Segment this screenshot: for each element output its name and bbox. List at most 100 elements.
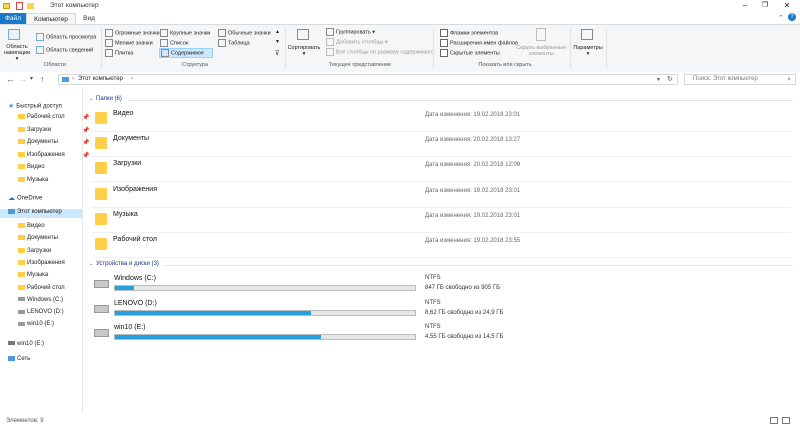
breadcrumb-separator-icon: ›: [131, 76, 133, 82]
network-icon: [8, 356, 15, 361]
nav-pc-item[interactable]: Изображения: [18, 259, 65, 266]
large-icons-view-icon[interactable]: [782, 417, 790, 424]
quick-access-toolbar-icon[interactable]: [16, 2, 23, 10]
ribbon-separator: [433, 27, 434, 69]
layout-list[interactable]: Список: [160, 39, 188, 47]
back-arrow-icon[interactable]: ←: [6, 74, 15, 84]
folder-tile[interactable]: Загрузки Дата изменения: 20.02.2018 12:0…: [91, 158, 791, 183]
layout-content[interactable]: Содержимое: [159, 48, 213, 58]
sort-button[interactable]: Сортировать ▾: [287, 45, 321, 57]
drive-tile[interactable]: win10 (E:) NTFS 4,55 ГБ свободно из 14,5…: [91, 324, 791, 347]
nav-pc-item[interactable]: LENOVO (D:): [18, 309, 64, 315]
folders-collapse-icon[interactable]: ⌄: [89, 96, 93, 102]
nav-onedrive[interactable]: ☁ OneDrive: [8, 194, 42, 202]
drive-tile[interactable]: Windows (C:) NTFS 847 ГБ свободно из 905…: [91, 275, 791, 298]
details-pane-icon: [36, 46, 44, 54]
checkbox-icon: [440, 49, 448, 57]
search-input[interactable]: Поиск: Этот компьютер ⌕: [684, 74, 796, 85]
folders-group-header[interactable]: Папки (6): [96, 96, 122, 102]
nav-this-pc[interactable]: Этот компьютер: [0, 209, 82, 218]
drive-tile[interactable]: LENOVO (D:) NTFS 8,62 ГБ свободно из 24,…: [91, 300, 791, 323]
group-by-button[interactable]: Группировать ▾: [326, 28, 375, 36]
nav-quick-item[interactable]: Загрузки 📌: [18, 126, 89, 134]
nav-network[interactable]: Сеть: [8, 356, 30, 362]
refresh-icon[interactable]: ↻: [667, 75, 673, 83]
address-box[interactable]: › Этот компьютер › ▾ ↻: [58, 74, 678, 85]
layout-large-icons[interactable]: Крупные значки: [160, 29, 210, 37]
nav-quick-item[interactable]: Видео: [18, 164, 82, 170]
layout-scroll-up-icon[interactable]: ▲: [275, 29, 280, 35]
drive-filesystem: NTFS: [425, 299, 441, 306]
options-label: Параметры: [573, 45, 603, 51]
breadcrumb-this-pc[interactable]: Этот компьютер: [78, 76, 123, 82]
folder-icon: [18, 235, 25, 241]
nav-quick-item[interactable]: Рабочий стол 📌: [18, 114, 89, 121]
nav-pc-item-label: Музыка: [27, 272, 49, 279]
drives-group-line: [165, 265, 793, 266]
fit-columns-button[interactable]: Все столбцы по размеру содержимого: [326, 48, 434, 56]
add-columns-button[interactable]: Добавить столбцы ▾: [326, 38, 388, 46]
folder-icon: [18, 176, 25, 182]
folder-tile[interactable]: Изображения Дата изменения: 19.02.2018 2…: [91, 184, 791, 208]
nav-quick-access[interactable]: ★ Быстрый доступ: [8, 102, 62, 110]
folder-icon: [18, 247, 25, 253]
address-dropdown-icon[interactable]: ▾: [657, 76, 660, 83]
forward-arrow-icon[interactable]: →: [18, 74, 27, 84]
nav-pc-item[interactable]: Windows (C:): [18, 297, 63, 303]
tab-file[interactable]: Файл: [0, 13, 26, 24]
add-columns-icon: [326, 38, 334, 46]
nav-quick-item[interactable]: Музыка: [18, 176, 82, 183]
folder-tile[interactable]: Видео Дата изменения: 19.02.2018 23:01: [91, 108, 791, 132]
nav-pane-button[interactable]: Область навигации ▾: [2, 44, 32, 62]
folder-icon: [18, 139, 25, 144]
tab-computer[interactable]: Компьютер: [26, 13, 76, 24]
details-pane-button[interactable]: Область сведений: [36, 46, 93, 54]
nav-pc-item[interactable]: Рабочий стол: [18, 284, 65, 291]
up-arrow-icon[interactable]: ↑: [40, 74, 45, 84]
ribbon: Область навигации ▾ Область просмотра Об…: [0, 25, 800, 73]
nav-quick-item[interactable]: Изображения 📌: [18, 151, 89, 159]
details-view-icon[interactable]: [770, 417, 778, 424]
maximize-button[interactable]: ❐: [756, 0, 774, 12]
nav-pc-item[interactable]: Загрузки: [18, 247, 51, 254]
nav-pc-item[interactable]: Музыка: [18, 272, 48, 278]
folder-icon: [95, 112, 107, 124]
nav-quick-item[interactable]: Документы 📌: [18, 139, 89, 146]
ribbon-collapse-icon[interactable]: ⌃: [778, 14, 784, 22]
drive-usage-bar: [114, 334, 416, 340]
drives-collapse-icon[interactable]: ⌄: [89, 261, 93, 267]
extensions-toggle[interactable]: Расширения имен файлов: [440, 39, 518, 47]
item-count: Элементов: 9: [6, 418, 44, 424]
tab-view[interactable]: Вид: [78, 13, 100, 24]
preview-pane-button[interactable]: Область просмотра: [36, 33, 96, 41]
close-button[interactable]: ✕: [778, 0, 796, 12]
help-icon[interactable]: ?: [788, 13, 796, 21]
hide-selected-button[interactable]: Скрыть выбранные элементы: [516, 45, 566, 57]
ribbon-tabs: Файл Компьютер Вид ⌃ ?: [0, 13, 800, 25]
folder-new-icon[interactable]: [27, 3, 34, 9]
group-by-icon: [326, 28, 334, 36]
layout-tile[interactable]: Плитка: [105, 49, 133, 57]
layout-huge-icons[interactable]: Огромные значки: [105, 29, 160, 37]
nav-pc-item[interactable]: Видео: [18, 223, 45, 229]
drives-group-header[interactable]: Устройства и диски (3): [96, 261, 159, 267]
folder-tile[interactable]: Документы Дата изменения: 20.02.2018 13:…: [91, 133, 791, 158]
nav-pc-item[interactable]: Документы: [18, 235, 58, 241]
layout-expand-icon[interactable]: ⊽: [275, 50, 279, 57]
ribbon-separator: [606, 27, 607, 69]
layout-normal-icons[interactable]: Обычные значки: [218, 29, 271, 37]
options-button[interactable]: Параметры ▾: [572, 45, 604, 57]
layout-table[interactable]: Таблица: [218, 39, 250, 47]
layout-scroll-down-icon[interactable]: ▼: [275, 39, 280, 45]
recent-chevron-icon[interactable]: ▾: [30, 75, 33, 82]
folder-tile[interactable]: Рабочий стол Дата изменения: 19.02.2018 …: [91, 234, 791, 258]
layout-small-icons[interactable]: Мелкие значки: [105, 39, 153, 47]
minimize-button[interactable]: –: [736, 0, 754, 12]
nav-win10[interactable]: win10 (E:): [8, 341, 44, 347]
hidden-items-toggle[interactable]: Скрытые элементы: [440, 49, 500, 57]
drive-name: LENOVO (D:): [114, 299, 157, 307]
folder-tile[interactable]: Музыка Дата изменения: 19.02.2018 23:01: [91, 209, 791, 233]
checkboxes-toggle[interactable]: Флажки элементов: [440, 29, 498, 37]
nav-pc-item[interactable]: win10 (E:): [18, 321, 54, 327]
folder-icon: [18, 164, 25, 169]
